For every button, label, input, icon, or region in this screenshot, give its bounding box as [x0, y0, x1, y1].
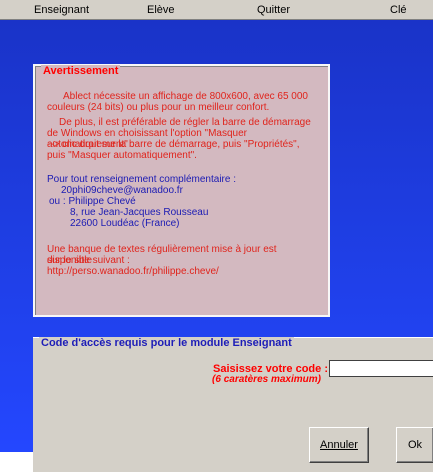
ok-button[interactable]: Ok: [396, 427, 433, 463]
main-area: Avertissement Ablect nécessite un affich…: [0, 20, 433, 472]
ok-button-label: Ok: [407, 439, 423, 451]
menu-quitter[interactable]: Quitter: [257, 4, 290, 16]
warning-instructions-text: --> clic droit sur la barre de démarrage…: [47, 139, 300, 161]
menu-enseignant[interactable]: Enseignant: [34, 4, 89, 16]
cancel-button-label: Annuler: [320, 439, 358, 451]
access-code-title: Code d'accès requis pour le module Ensei…: [39, 337, 294, 349]
cancel-button[interactable]: Annuler: [309, 427, 369, 463]
text-bank-site-label: sur le site suivant :: [47, 255, 130, 266]
warning-box: Avertissement Ablect nécessite un affich…: [33, 64, 330, 317]
warning-display-text: Ablect nécessite un affichage de 800x600…: [47, 91, 308, 113]
text-bank-url: http://perso.wanadoo.fr/philippe.cheve/: [47, 266, 219, 277]
contact-address-city: 22600 Loudéac (France): [70, 218, 180, 229]
code-hint: (6 caratères maximum): [212, 374, 321, 385]
code-input[interactable]: [329, 360, 433, 377]
contact-intro: Pour tout renseignement complémentaire :: [47, 174, 236, 185]
menu-cle[interactable]: Clé: [390, 4, 407, 16]
contact-address-street: 8, rue Jean-Jacques Rousseau: [70, 207, 209, 218]
contact-email: 20phi09cheve@wanadoo.fr: [61, 185, 183, 196]
warning-title: Avertissement: [41, 65, 121, 77]
menu-bar: Enseignant Elève Quitter Clé: [0, 0, 433, 20]
contact-name: ou : Philippe Chevé: [49, 196, 136, 207]
menu-eleve[interactable]: Elève: [147, 4, 175, 16]
